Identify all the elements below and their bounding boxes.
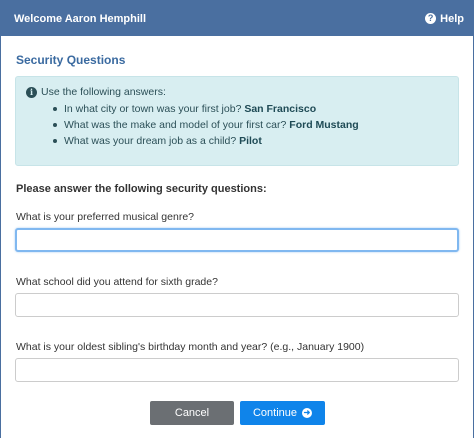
- answer-input-1[interactable]: [15, 228, 459, 252]
- question-label-3: What is your oldest sibling's birthday m…: [16, 341, 365, 353]
- info-alert: i Use the following answers: In what cit…: [15, 76, 459, 166]
- question-label-1: What is your preferred musical genre?: [16, 211, 194, 223]
- window-title: Welcome Aaron Hemphill: [14, 12, 147, 25]
- answer-list: In what city or town was your first job?…: [26, 101, 448, 149]
- info-intro: Use the following answers:: [41, 86, 166, 98]
- answer-input-3[interactable]: [15, 358, 459, 382]
- question-label-2: What school did you attend for sixth gra…: [16, 276, 218, 288]
- dialog-content: Security Questions i Use the following a…: [1, 36, 473, 438]
- answer-input-2[interactable]: [15, 293, 459, 317]
- continue-button[interactable]: Continue ➜: [240, 401, 325, 425]
- answer-value: Pilot: [239, 135, 262, 147]
- help-circle-icon: ?: [425, 13, 437, 24]
- list-item: In what city or town was your first job?…: [53, 101, 448, 117]
- answer-question: In what city or town was your first job?: [64, 103, 242, 115]
- title-bar: Welcome Aaron Hemphill ? Help: [1, 1, 473, 36]
- arrow-right-circle-icon: ➜: [302, 408, 313, 418]
- cancel-button[interactable]: Cancel: [150, 401, 234, 425]
- answer-value: San Francisco: [244, 103, 317, 115]
- list-item: What was your dream job as a child? Pilo…: [53, 133, 448, 149]
- answer-question: What was the make and model of your firs…: [64, 119, 287, 131]
- info-header: i Use the following answers:: [26, 86, 448, 98]
- list-item: What was the make and model of your firs…: [53, 117, 448, 133]
- security-questions-dialog: Welcome Aaron Hemphill ? Help Security Q…: [0, 0, 474, 438]
- answer-question: What was your dream job as a child?: [64, 135, 237, 147]
- help-link[interactable]: ? Help: [425, 13, 464, 25]
- form-instruction: Please answer the following security que…: [16, 183, 267, 195]
- section-title: Security Questions: [16, 53, 126, 67]
- answer-value: Ford Mustang: [289, 119, 359, 131]
- help-label: Help: [440, 12, 464, 25]
- continue-label: Continue: [252, 407, 298, 419]
- info-circle-icon: i: [26, 86, 37, 98]
- cancel-label: Cancel: [174, 407, 210, 419]
